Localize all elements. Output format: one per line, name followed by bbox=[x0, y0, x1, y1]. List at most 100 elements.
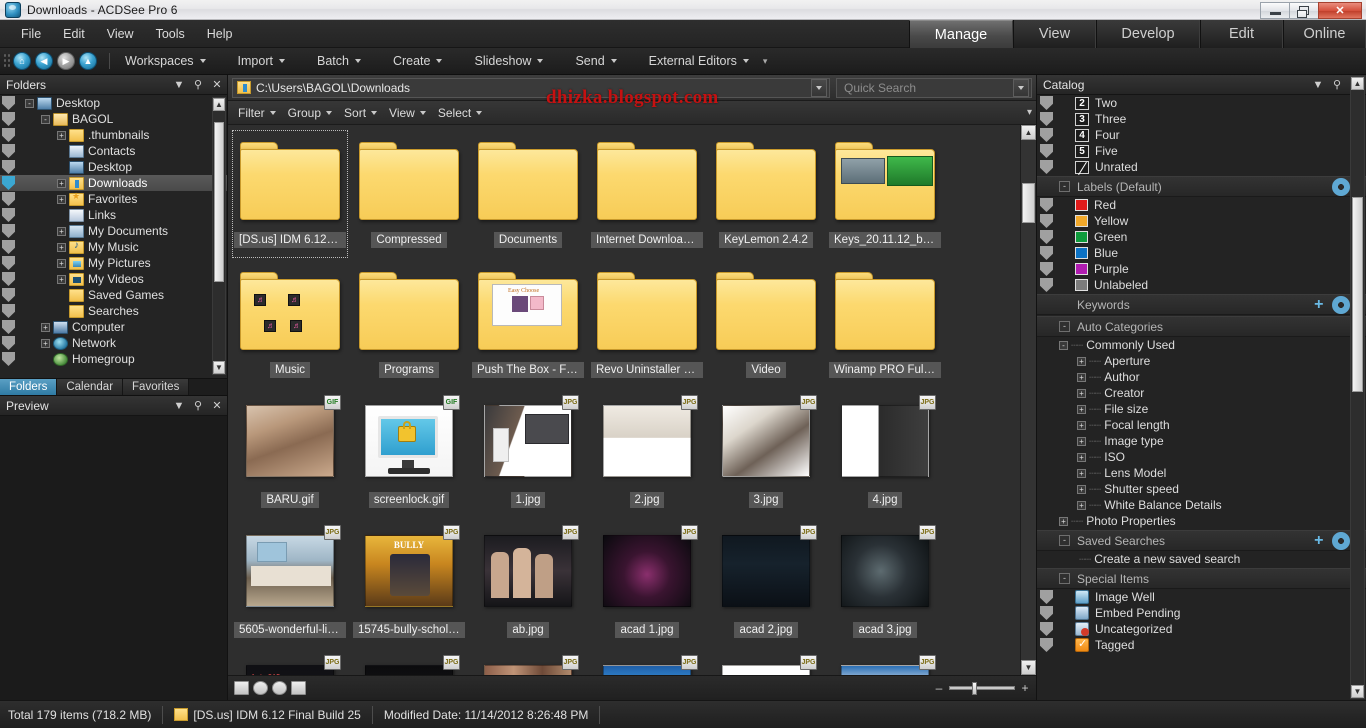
collapse-icon[interactable]: - bbox=[25, 98, 34, 108]
forward-icon[interactable]: ▶ bbox=[57, 52, 75, 70]
tree-item-contacts[interactable]: Contacts bbox=[0, 143, 227, 159]
collapse-icon[interactable]: - bbox=[1059, 340, 1068, 350]
menu-help[interactable]: Help bbox=[196, 23, 244, 45]
tree-item-desktop[interactable]: Desktop bbox=[0, 159, 227, 175]
thumbnail-item[interactable]: JPG 5605-wonderful-livi... bbox=[231, 519, 349, 649]
catalog-label-blue[interactable]: Blue bbox=[1037, 245, 1366, 261]
tree-item-downloads[interactable]: + Downloads bbox=[0, 175, 227, 191]
expand-icon[interactable]: + bbox=[41, 322, 50, 332]
catalog-rating-two[interactable]: 2 Two bbox=[1037, 95, 1366, 111]
gear-icon[interactable] bbox=[1332, 177, 1351, 196]
panel-close-icon[interactable]: ✕ bbox=[211, 399, 223, 412]
rating-shield-icon[interactable] bbox=[1040, 230, 1053, 244]
quick-search-field[interactable]: Quick Search bbox=[836, 77, 1032, 98]
catalog-rating-unrated[interactable]: Unrated bbox=[1037, 159, 1366, 175]
zoom-slider[interactable] bbox=[949, 682, 1015, 695]
add-button[interactable]: + bbox=[1314, 296, 1323, 313]
catalog-rating-four[interactable]: 4 Four bbox=[1037, 127, 1366, 143]
tree-item-my-pictures[interactable]: + My Pictures bbox=[0, 255, 227, 271]
filterbar-overflow[interactable]: ▾ bbox=[1027, 107, 1032, 118]
add-button[interactable]: + bbox=[1314, 532, 1323, 549]
path-field[interactable]: C:\Users\BAGOL\Downloads bbox=[232, 77, 830, 98]
panel-menu-icon[interactable]: ▼ bbox=[1312, 79, 1324, 91]
scroll-thumb[interactable] bbox=[214, 122, 224, 282]
scroll-thumb[interactable] bbox=[1022, 183, 1035, 223]
panel-pin-icon[interactable]: ⚲ bbox=[192, 399, 204, 412]
toolbar-overflow[interactable]: ▾ bbox=[756, 53, 775, 70]
rotate-right-icon[interactable] bbox=[272, 681, 287, 695]
thumbnail-item[interactable]: JPG bbox=[469, 649, 587, 675]
toolbar-grip[interactable] bbox=[3, 53, 11, 69]
catalog-label-green[interactable]: Green bbox=[1037, 229, 1366, 245]
thumbnail-item[interactable]: BULLY JPG 15745-bully-scholar... bbox=[350, 519, 468, 649]
panel-pin-icon[interactable]: ⚲ bbox=[1331, 78, 1343, 91]
expand-icon[interactable]: + bbox=[1077, 468, 1086, 478]
expand-icon[interactable]: + bbox=[1077, 404, 1086, 414]
expand-icon[interactable]: + bbox=[41, 338, 50, 348]
expand-icon[interactable]: + bbox=[57, 178, 66, 188]
thumbnail-item[interactable]: GIF BARU.gif bbox=[231, 389, 349, 519]
expand-icon[interactable]: + bbox=[1077, 436, 1086, 446]
tab-manage[interactable]: Manage bbox=[909, 20, 1013, 48]
expand-icon[interactable]: + bbox=[57, 226, 66, 236]
rating-shield-icon[interactable] bbox=[1040, 262, 1053, 276]
thumbnail-item[interactable]: Compressed bbox=[350, 129, 468, 259]
menu-edit[interactable]: Edit bbox=[52, 23, 96, 45]
scroll-down-icon[interactable]: ▼ bbox=[213, 361, 225, 374]
scroll-thumb[interactable] bbox=[1352, 197, 1363, 392]
expand-icon[interactable]: + bbox=[57, 194, 66, 204]
catalog-special-tagged[interactable]: Tagged bbox=[1037, 637, 1366, 653]
rating-shield-icon[interactable] bbox=[1040, 160, 1053, 174]
zoom-slider-handle[interactable] bbox=[972, 682, 977, 695]
thumbnail-item[interactable]: JPG bbox=[588, 649, 706, 675]
thumbnail-item[interactable]: JPG bbox=[707, 649, 825, 675]
rating-shield-icon[interactable] bbox=[2, 336, 15, 350]
tree-item-bagol[interactable]: - BAGOL bbox=[0, 111, 227, 127]
toolbar-send[interactable]: Send bbox=[568, 51, 623, 71]
rating-shield-icon[interactable] bbox=[2, 272, 15, 286]
catalog-section-auto-categories[interactable]: - Auto Categories bbox=[1037, 316, 1366, 337]
rating-shield-icon[interactable] bbox=[2, 240, 15, 254]
thumbnail-item[interactable]: JPG acad 1.jpg bbox=[588, 519, 706, 649]
rating-shield-icon[interactable] bbox=[1040, 128, 1053, 142]
rating-shield-icon[interactable] bbox=[2, 96, 15, 110]
grid-scrollbar[interactable]: ▲ ▼ bbox=[1020, 125, 1036, 675]
tree-item-homegroup[interactable]: Homegroup bbox=[0, 351, 227, 367]
thumbnail-item[interactable]: [DS.us] IDM 6.12 Fin... bbox=[231, 129, 349, 259]
catalog-category-iso[interactable]: + ┄┄ ISO bbox=[1037, 449, 1366, 465]
maximize-button[interactable] bbox=[1289, 2, 1318, 19]
zoom-out-button[interactable]: – bbox=[934, 681, 944, 695]
thumbnail-item[interactable]: AutoCADJPG bbox=[231, 649, 349, 675]
panel-tab-calendar[interactable]: Calendar bbox=[57, 379, 124, 395]
panel-close-icon[interactable]: ✕ bbox=[211, 78, 223, 91]
catalog-label-purple[interactable]: Purple bbox=[1037, 261, 1366, 277]
rating-shield-icon[interactable] bbox=[2, 320, 15, 334]
toolbar-external-editors[interactable]: External Editors bbox=[642, 51, 756, 71]
rating-shield-icon[interactable] bbox=[2, 288, 15, 302]
thumbnail-item[interactable]: ♬ ♬ ♬ ♬ Music bbox=[231, 259, 349, 389]
minimize-button[interactable] bbox=[1260, 2, 1289, 19]
thumbnail-item[interactable]: Revo Uninstaller Pr... bbox=[588, 259, 706, 389]
catalog-category-photo-properties[interactable]: + ┄┄ Photo Properties bbox=[1037, 513, 1366, 529]
thumbnail-item[interactable]: Winamp PRO Full v... bbox=[826, 259, 944, 389]
expand-icon[interactable]: + bbox=[57, 130, 66, 140]
expand-icon[interactable]: + bbox=[1077, 372, 1086, 382]
rating-shield-icon[interactable] bbox=[1040, 278, 1053, 292]
rating-shield-icon[interactable] bbox=[1040, 246, 1053, 260]
tree-item-thumbnails[interactable]: + .thumbnails bbox=[0, 127, 227, 143]
toolbar-workspaces[interactable]: Workspaces bbox=[118, 51, 213, 71]
panel-tab-folders[interactable]: Folders bbox=[0, 379, 58, 395]
catalog-rating-three[interactable]: 3 Three bbox=[1037, 111, 1366, 127]
thumbnail-item[interactable]: Keys_20.11.12_by.KL bbox=[826, 129, 944, 259]
collapse-icon[interactable]: - bbox=[41, 114, 50, 124]
thumbnail-item[interactable]: Programs bbox=[350, 259, 468, 389]
gear-icon[interactable] bbox=[1332, 295, 1351, 314]
tree-item-computer[interactable]: + Computer bbox=[0, 319, 227, 335]
catalog-category-shutter-speed[interactable]: + ┄┄ Shutter speed bbox=[1037, 481, 1366, 497]
catalog-category-white-balance-details[interactable]: + ┄┄ White Balance Details bbox=[1037, 497, 1366, 513]
menu-file[interactable]: File bbox=[10, 23, 52, 45]
catalog-category-creator[interactable]: + ┄┄ Creator bbox=[1037, 385, 1366, 401]
panel-tab-favorites[interactable]: Favorites bbox=[123, 379, 190, 395]
panel-pin-icon[interactable]: ⚲ bbox=[192, 78, 204, 91]
thumbnail-item[interactable]: Internet Download ... bbox=[588, 129, 706, 259]
